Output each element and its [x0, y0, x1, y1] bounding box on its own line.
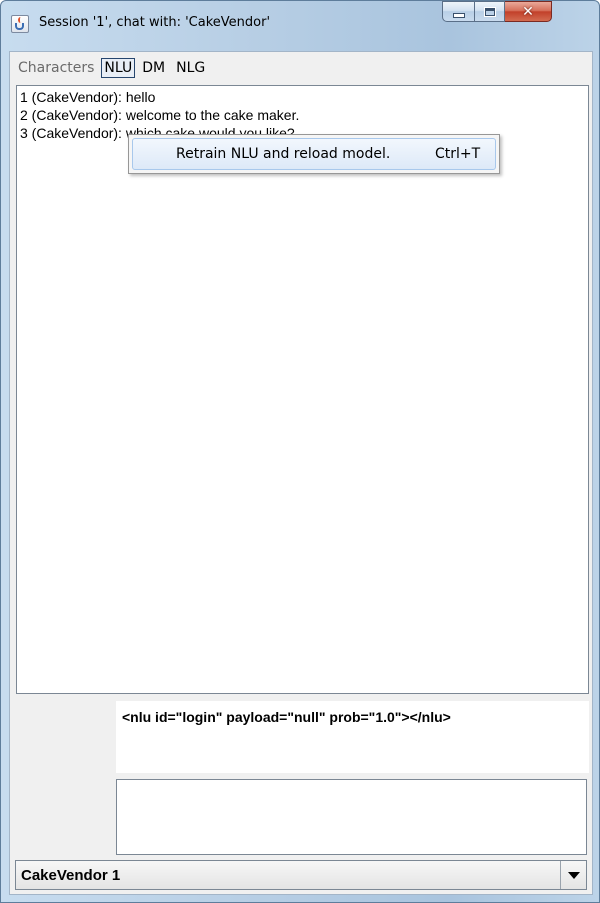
- java-app-icon: [11, 15, 29, 33]
- chat-log[interactable]: 1 (CakeVendor): hello 2 (CakeVendor): we…: [16, 85, 589, 694]
- window-title: Session '1', chat with: 'CakeVendor': [39, 15, 271, 30]
- nlu-output-area: <nlu id="login" payload="null" prob="1.0…: [116, 701, 589, 773]
- menu-nlg[interactable]: NLG: [172, 57, 209, 79]
- chat-window: Session '1', chat with: 'CakeVendor' ✕ C…: [0, 0, 600, 903]
- minimize-button[interactable]: [442, 1, 475, 22]
- chevron-down-icon: [567, 871, 580, 879]
- chat-line: 2 (CakeVendor): welcome to the cake make…: [20, 107, 300, 123]
- client-area: Characters NLU DM NLG 1 (CakeVendor): he…: [9, 51, 593, 895]
- chat-line: 1 (CakeVendor): hello: [20, 89, 156, 105]
- menu-nlu[interactable]: NLU: [101, 57, 136, 78]
- close-button[interactable]: ✕: [505, 1, 552, 22]
- nlu-menu-popup: Retrain NLU and reload model. Ctrl+T: [128, 134, 500, 174]
- menu-item-shortcut: Ctrl+T: [435, 146, 481, 162]
- title-bar[interactable]: Session '1', chat with: 'CakeVendor' ✕: [1, 1, 599, 51]
- menu-characters[interactable]: Characters: [14, 57, 98, 79]
- maximize-button[interactable]: [475, 1, 505, 22]
- minimize-icon: [452, 12, 465, 18]
- menu-bar: Characters NLU DM NLG: [10, 52, 592, 83]
- character-select[interactable]: CakeVendor 1: [15, 860, 587, 890]
- menu-item-label: Retrain NLU and reload model.: [176, 146, 391, 162]
- nlu-output-text: <nlu id="login" payload="null" prob="1.0…: [122, 709, 451, 725]
- menu-item-retrain-nlu[interactable]: Retrain NLU and reload model. Ctrl+T: [132, 138, 496, 170]
- caption-buttons: ✕: [442, 1, 552, 24]
- bottom-panel: <nlu id="login" payload="null" prob="1.0…: [15, 697, 589, 893]
- maximize-icon: [483, 6, 496, 17]
- close-icon: ✕: [522, 3, 534, 20]
- menu-dm[interactable]: DM: [138, 57, 169, 79]
- dropdown-button[interactable]: [560, 861, 586, 889]
- message-input[interactable]: [116, 779, 587, 855]
- character-select-value: CakeVendor 1: [21, 867, 121, 884]
